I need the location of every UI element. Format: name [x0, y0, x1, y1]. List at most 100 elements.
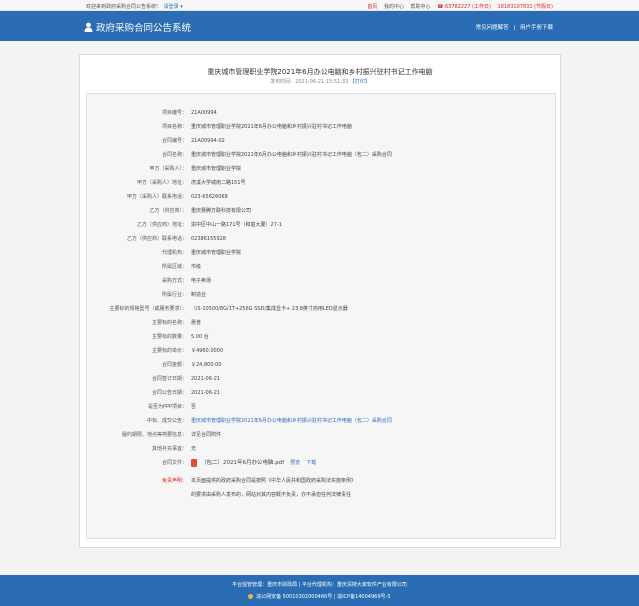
site-logo[interactable]: 政府采购合同公告系统: [84, 20, 191, 34]
detail-value: 重庆城市管理职业学院2021年6月办公电脑和乡村振兴驻村书记工作电脑: [191, 124, 352, 130]
header-nav: 常见问题解答 | 用户手册下载: [473, 23, 553, 31]
top-bar: 欢迎来到政府采购合同公告系统! 请登录 ▾ 首页 我的中心 帮助中心 ☎ 637…: [0, 0, 639, 11]
disclaimer-text-2: 的要求由采购人发布的，网站对其内容概不负责，亦不承担任何法律责任: [191, 492, 352, 498]
detail-value: 2021-06-21: [191, 376, 221, 382]
detail-value: 重庆城市管理职业学院: [191, 250, 242, 256]
detail-row: 乙方（供应商）地址： 渝中区中山一路171号（和庭大厦）27-1: [87, 221, 557, 229]
detail-label: 其他补充事宜：: [151, 446, 187, 452]
detail-row: 主要标的单价： ￥4960.0000: [87, 347, 557, 355]
detail-label: 中标、成交公告：: [146, 418, 187, 424]
detail-label: 所属行业：: [161, 292, 187, 298]
detail-label: 合同金额：: [161, 362, 187, 368]
detail-row: 项目名称： 重庆城市管理职业学院2021年6月办公电脑和乡村振兴驻村书记工作电脑: [87, 123, 557, 131]
detail-row: 其他补充事宜： 无: [87, 445, 557, 453]
detail-label: 合同签订日期：: [151, 376, 187, 382]
detail-value: 重庆城市管理职业学院: [191, 166, 242, 172]
pdf-file-icon: [191, 459, 197, 467]
detail-label: 乙方（供应商）：: [149, 208, 187, 214]
detail-label: 主要标的规格型号（或服务要求）：: [109, 306, 187, 312]
attachment-row: 合同文件： （包二）2021年6月办公电脑.pdf 预览 下载: [87, 459, 557, 471]
preview-link[interactable]: 预览: [290, 459, 300, 467]
detail-label: 甲方（采购人）：: [149, 166, 187, 172]
detail-label: 主要标的单价：: [151, 348, 187, 354]
detail-value: 02386155928: [191, 236, 226, 242]
attachment-file: （包二）2021年6月办公电脑.pdf 预览 下载: [191, 459, 316, 467]
contract-details: 项目编号： 21A00994 项目名称： 重庆城市管理职业学院2021年6月办公电脑和…: [86, 93, 556, 539]
site-header: 政府采购合同公告系统 常见问题解答 | 用户手册下载: [0, 11, 639, 41]
icp-record[interactable]: | 渝ICP备14004969号-5: [334, 594, 391, 600]
detail-value: 否: [191, 404, 197, 410]
detail-label: 合同公告日期：: [151, 390, 187, 396]
police-badge-icon: [248, 594, 254, 599]
detail-row: 合同编号： 21A00994-02: [87, 137, 557, 145]
detail-row: 采购方式： 电子卖场: [87, 277, 557, 285]
detail-row: 所属区域： 市级: [87, 263, 557, 271]
detail-row: 履约期限、地点等简要信息： 详见合同附件: [87, 431, 557, 439]
detail-label: 乙方（供应商）联系电话：: [126, 236, 187, 242]
footer-operators: 平台监管管理：重庆市财政局 | 平台代理机构：重庆清搜大家软件产业有限公司: [232, 582, 407, 588]
detail-label: 所属区域：: [161, 264, 187, 270]
detail-row: 主要标的数量： 5.00 台: [87, 333, 557, 341]
welcome-text: 欢迎来到政府采购合同公告系统!: [86, 4, 159, 10]
detail-row: 合同名称： 重庆城市管理职业学院2021年6月办公电脑和乡村振兴驻村书记工作电脑（…: [87, 151, 557, 159]
my-center-link[interactable]: 我的中心: [384, 4, 404, 10]
site-footer: 平台监管管理：重庆市财政局 | 平台代理机构：重庆清搜大家软件产业有限公司 渝公…: [0, 575, 639, 606]
notice-panel: 重庆城市管理职业学院2021年6月办公电脑和乡村振兴驻村书记工作电脑 发布时间：…: [79, 54, 561, 548]
detail-value: 023-65626068: [191, 194, 228, 200]
detail-row: 乙方（供应商）联系电话： 02386155928: [87, 235, 557, 243]
print-link[interactable]: 【打印】: [350, 79, 370, 85]
detail-label: 合同编号：: [161, 138, 187, 144]
detail-value: 无: [191, 446, 197, 452]
attachment-filename[interactable]: （包二）2021年6月办公电脑.pdf: [201, 459, 284, 467]
police-record[interactable]: 渝公网安备 50010302000466号: [256, 594, 332, 600]
detail-row: 合同公告日期： 2021-06-21: [87, 389, 557, 397]
home-link[interactable]: 首页: [367, 4, 377, 10]
phone-holiday: 18183107831 (节假日): [497, 4, 553, 10]
detail-label: 代理机构：: [161, 250, 187, 256]
disclaimer-label: 免责声明：: [161, 478, 187, 484]
detail-row: 是否为PPP项目： 否: [87, 403, 557, 411]
detail-label: 甲方（采购人）地址：: [136, 180, 187, 186]
detail-row: 乙方（供应商）： 重庆赛腾方联科技有限公司: [87, 207, 557, 215]
top-links: 首页 我的中心 帮助中心 ☎ 63782227 (工作日) 1818310783…: [362, 3, 553, 10]
download-link[interactable]: 下载: [306, 459, 316, 467]
nav-separator: |: [513, 25, 516, 31]
detail-value: 21A00994: [191, 110, 217, 116]
notice-title: 重庆城市管理职业学院2021年6月办公电脑和乡村振兴驻村书记工作电脑: [207, 68, 433, 76]
detail-row: 甲方（采购人）： 重庆城市管理职业学院: [87, 165, 557, 173]
award-notice-link[interactable]: 重庆城市管理职业学院2021年6月办公电脑和乡村振兴驻村书记工作电脑（包二）采购…: [191, 417, 392, 425]
manual-download-link[interactable]: 用户手册下载: [520, 25, 553, 31]
detail-row: 项目编号： 21A00994: [87, 109, 557, 117]
detail-value: 市级: [191, 264, 202, 270]
detail-value: 虎溪大学城南二路151号: [191, 180, 246, 186]
faq-link[interactable]: 常见问题解答: [476, 25, 509, 31]
disclaimer-text-1: 本页面提供的政府采购合同是按照《中华人民共和国政府采购法实施条例》: [191, 478, 357, 484]
detail-value: 重庆赛腾方联科技有限公司: [191, 208, 252, 214]
detail-value: 渝中区中山一路171号（和庭大厦）27-1: [191, 222, 282, 228]
detail-row: 中标、成交公告： 重庆城市管理职业学院2021年6月办公电脑和乡村振兴驻村书记工作…: [87, 417, 557, 425]
login-link[interactable]: 请登录 ▾: [164, 4, 183, 10]
detail-value: 5.00 台: [191, 334, 209, 340]
publish-info: 发布时间：2021-06-21 15:51:33 【打印】: [80, 78, 560, 85]
detail-value: 制造业: [191, 292, 207, 298]
system-title: 政府采购合同公告系统: [96, 23, 192, 34]
publish-time: 发布时间：2021-06-21 15:51:33: [270, 79, 349, 85]
detail-row: 主要标的规格型号（或服务要求）： （i5-10500/8G/1T+256G SSD…: [87, 305, 557, 313]
detail-row: 甲方（采购人）联系电话： 023-65626068: [87, 193, 557, 201]
footer-registration: 渝公网安备 50010302000466号 | 渝ICP备14004969号-5: [0, 593, 639, 600]
detail-label: 主要标的数量：: [151, 334, 187, 340]
disclaimer-row: 免责声明： 本页面提供的政府采购合同是按照《中华人民共和国政府采购法实施条例》: [87, 477, 557, 485]
detail-row: 主要标的名称： 惠普: [87, 319, 557, 327]
detail-label: 乙方（供应商）地址：: [136, 222, 187, 228]
detail-value: （i5-10500/8G/1T+256G SSD/集成显卡+ 23.8英寸商用L…: [191, 306, 348, 312]
detail-row: 合同金额： ￥24,800.00: [87, 361, 557, 369]
detail-row: 合同签订日期： 2021-06-21: [87, 375, 557, 383]
detail-label: 项目编号：: [161, 110, 187, 116]
detail-row: 甲方（采购人）地址： 虎溪大学城南二路151号: [87, 179, 557, 187]
disclaimer-row-2: 的要求由采购人发布的，网站对其内容概不负责，亦不承担任何法律责任: [87, 491, 557, 499]
detail-label: 是否为PPP项目：: [147, 404, 187, 410]
detail-label: 合同名称：: [161, 152, 187, 158]
detail-label: 项目名称：: [161, 124, 187, 130]
phone-workday: ☎ 63782227 (工作日): [437, 4, 491, 10]
help-center-link[interactable]: 帮助中心: [411, 4, 431, 10]
